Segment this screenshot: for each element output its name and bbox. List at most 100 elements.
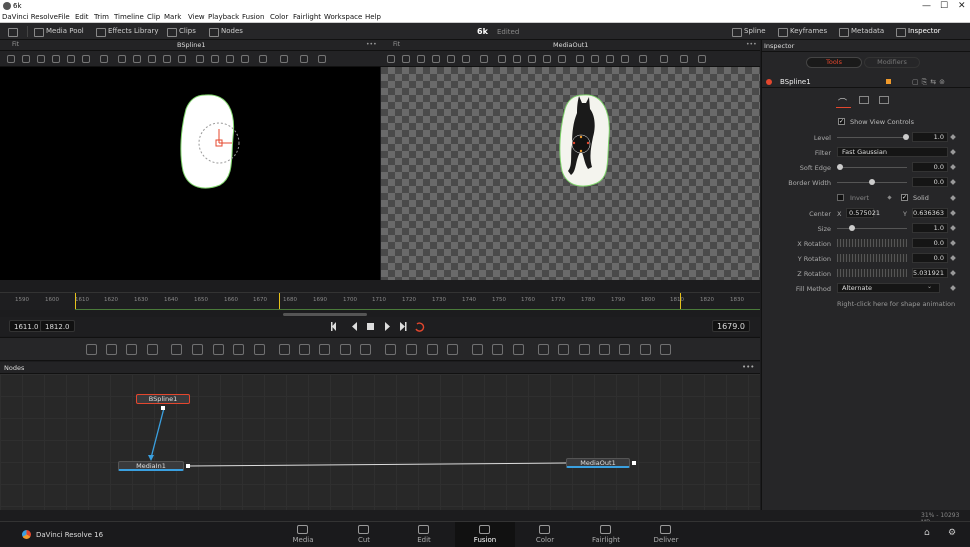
- effects-library-button[interactable]: Effects Library: [96, 26, 159, 37]
- pen-tool-icon[interactable]: [37, 55, 45, 63]
- left-viewer-fit[interactable]: Fit: [12, 41, 19, 48]
- roto-icon[interactable]: [280, 55, 288, 63]
- menu-help[interactable]: Help: [365, 13, 381, 21]
- soft-edge-value[interactable]: 0.0: [912, 162, 948, 172]
- circle-tool-icon-right[interactable]: [462, 55, 470, 63]
- light-icon[interactable]: [599, 344, 610, 355]
- roto-icon-right[interactable]: [660, 55, 668, 63]
- x-rotation-dial[interactable]: [837, 239, 907, 247]
- keyframe-diamond-icon[interactable]: [950, 255, 956, 261]
- node-enable-toggle[interactable]: [766, 79, 772, 85]
- path-tool-icon[interactable]: [133, 55, 141, 63]
- show-view-controls-checkbox[interactable]: ✓: [838, 118, 845, 125]
- node-bspline1[interactable]: BSpline1: [136, 394, 190, 404]
- particle-style-icon[interactable]: [513, 344, 524, 355]
- shape-icon[interactable]: [259, 55, 267, 63]
- node-mediain1[interactable]: MediaIn1: [118, 461, 184, 471]
- smooth-icon-right[interactable]: [591, 55, 599, 63]
- keyframe-diamond-icon[interactable]: [950, 270, 956, 276]
- fill-method-dropdown[interactable]: Alternate: [837, 283, 940, 293]
- center-x-value[interactable]: 0.575021: [846, 208, 880, 218]
- menu-davinci-resolve[interactable]: DaVinci Resolve: [2, 13, 58, 21]
- reverse-icon-right[interactable]: [621, 55, 629, 63]
- border-width-value[interactable]: 0.0: [912, 177, 948, 187]
- x-rotation-value[interactable]: 0.0: [912, 238, 948, 248]
- pen-tool-icon-right[interactable]: [417, 55, 425, 63]
- tab-tools[interactable]: Tools: [806, 57, 862, 68]
- center-y-value[interactable]: 0.636363: [912, 208, 948, 218]
- current-frame-field[interactable]: 1679.0: [712, 320, 750, 332]
- particle-render-icon[interactable]: [492, 344, 503, 355]
- z-rotation-value[interactable]: 5.031921: [912, 268, 948, 278]
- inspector-header-icons[interactable]: ▢⎘⇆⊚: [912, 78, 948, 87]
- keyframe-diamond-icon[interactable]: [950, 195, 956, 201]
- knot-tool-icon-right[interactable]: [543, 55, 551, 63]
- menu-file[interactable]: File: [58, 13, 70, 21]
- pen-mask-icon[interactable]: [192, 344, 203, 355]
- keyframe-diamond-icon[interactable]: [950, 240, 956, 246]
- minimize-button[interactable]: —: [922, 0, 931, 12]
- spline-button[interactable]: Spline: [732, 26, 766, 37]
- transform-icon[interactable]: [340, 344, 351, 355]
- left-viewer-canvas[interactable]: [0, 67, 380, 280]
- delete-point-icon[interactable]: [196, 55, 204, 63]
- menu-trim[interactable]: Trim: [94, 13, 109, 21]
- maximize-button[interactable]: ☐: [940, 0, 948, 12]
- right-viewer-more-icon[interactable]: •••: [746, 41, 757, 48]
- y-rotation-dial[interactable]: [837, 254, 907, 262]
- text-tool-icon[interactable]: [126, 344, 137, 355]
- expand-icon[interactable]: [8, 26, 20, 37]
- options-icon-right[interactable]: [698, 55, 706, 63]
- tab-modifiers[interactable]: Modifiers: [864, 57, 920, 68]
- polygon-mask-icon[interactable]: [427, 344, 438, 355]
- camera3d-icon[interactable]: [579, 344, 590, 355]
- inspector-button[interactable]: Inspector: [896, 26, 941, 37]
- shape-animation-hint[interactable]: Right-click here for shape animation: [837, 300, 955, 308]
- reverse-icon[interactable]: [241, 55, 249, 63]
- menu-fairlight[interactable]: Fairlight: [293, 13, 321, 21]
- merge3d-icon[interactable]: [558, 344, 569, 355]
- playback-controls[interactable]: [330, 321, 430, 332]
- path-tool-icon-right[interactable]: [513, 55, 521, 63]
- line-tool-icon-right[interactable]: [498, 55, 506, 63]
- background-tool-icon[interactable]: [86, 344, 97, 355]
- shape3d-icon[interactable]: [619, 344, 630, 355]
- link-tool-icon[interactable]: [148, 55, 156, 63]
- resize-icon[interactable]: [360, 344, 371, 355]
- close-shape-icon[interactable]: [178, 55, 186, 63]
- blur-icon[interactable]: [254, 344, 265, 355]
- level-slider[interactable]: [837, 134, 909, 140]
- image-tab-icon[interactable]: [859, 96, 869, 104]
- mediaout-output-port[interactable]: [632, 461, 636, 465]
- nodes-more-icon[interactable]: •••: [742, 363, 754, 371]
- keyframe-diamond-icon[interactable]: [950, 285, 956, 291]
- out-point-marker[interactable]: [680, 293, 681, 310]
- settings-tab-icon[interactable]: [879, 96, 889, 104]
- menu-clip[interactable]: Clip: [147, 13, 160, 21]
- close-button[interactable]: ✕: [958, 0, 966, 12]
- y-rotation-value[interactable]: 0.0: [912, 253, 948, 263]
- gear-icon[interactable]: ⚙: [948, 528, 956, 538]
- page-fusion[interactable]: Fusion: [455, 522, 515, 547]
- lasso-tool-icon[interactable]: [67, 55, 75, 63]
- shape-icon-right[interactable]: [639, 55, 647, 63]
- size-slider[interactable]: [837, 225, 907, 231]
- channel-booleans-icon[interactable]: [319, 344, 330, 355]
- link-tool-icon-right[interactable]: [528, 55, 536, 63]
- node-mediaout1[interactable]: MediaOut1: [566, 458, 630, 468]
- bspline-tool-icon[interactable]: [52, 55, 60, 63]
- linear-icon-right[interactable]: [606, 55, 614, 63]
- smooth-icon[interactable]: [211, 55, 219, 63]
- in-point-marker[interactable]: [75, 293, 76, 310]
- page-media[interactable]: Media: [273, 522, 333, 547]
- select-tool-icon-right[interactable]: [402, 55, 410, 63]
- text3d-icon[interactable]: [538, 344, 549, 355]
- merge-icon[interactable]: [279, 344, 290, 355]
- knot-tool-icon[interactable]: [163, 55, 171, 63]
- timeline-scrollbar[interactable]: [283, 313, 367, 316]
- right-viewer-canvas[interactable]: [381, 67, 760, 280]
- color-corrector-icon[interactable]: [213, 344, 224, 355]
- bspline-tool-icon-right[interactable]: [432, 55, 440, 63]
- filter-dropdown[interactable]: Fast Gaussian: [837, 147, 948, 157]
- menu-view[interactable]: View: [188, 13, 205, 21]
